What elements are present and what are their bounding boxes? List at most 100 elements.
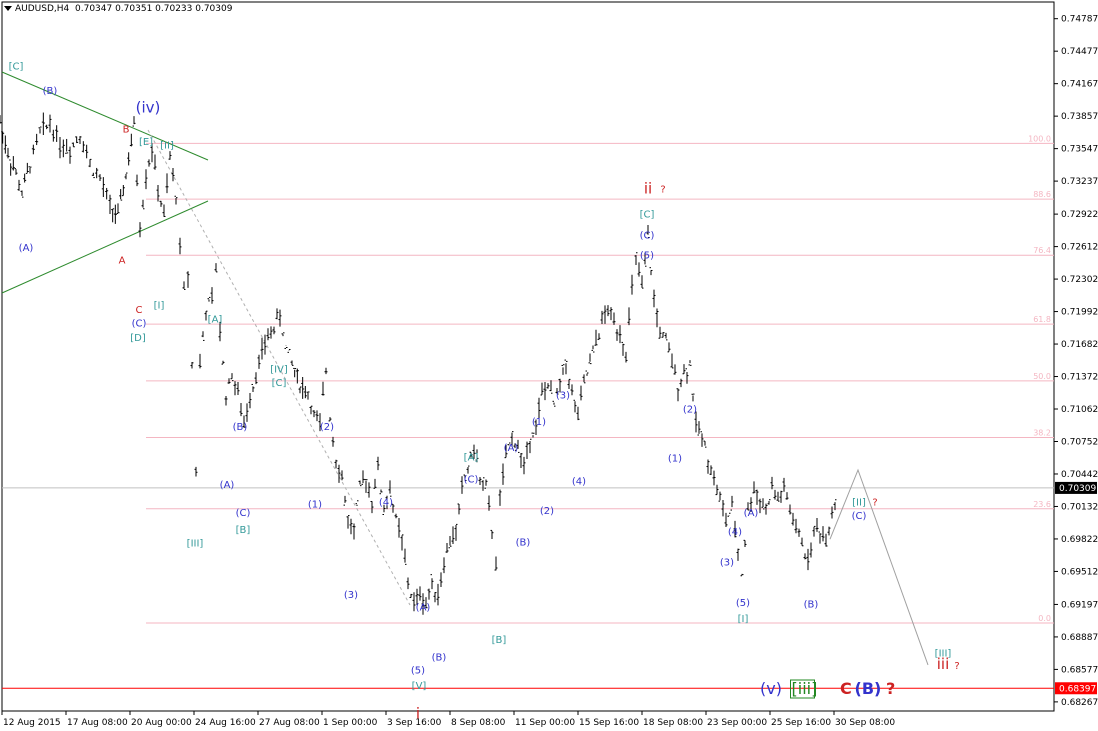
candle	[448, 536, 452, 549]
candle	[293, 367, 297, 378]
wave-label: [E]	[139, 137, 153, 148]
price-axis: 0.74787 0.74477 0.74167 0.73857 0.73547 0.732…	[1054, 15, 1098, 708]
fib-label: 38.2	[1033, 429, 1051, 438]
candle	[406, 577, 410, 590]
candle	[400, 534, 404, 551]
fib-label: 76.4	[1033, 246, 1051, 255]
legend-item: (B)	[855, 679, 882, 698]
y-tick-label: 0.68267	[1061, 698, 1098, 708]
candle	[522, 456, 526, 475]
candle	[785, 492, 789, 500]
candle	[230, 373, 234, 382]
x-tick-label: 1 Sep 00:00	[323, 718, 378, 728]
candle	[501, 463, 505, 485]
candle	[58, 137, 62, 159]
candle	[17, 179, 21, 191]
x-tick-label: 30 Sep 08:00	[835, 718, 895, 728]
candle	[358, 480, 362, 487]
y-tick-label: 0.69512	[1061, 567, 1098, 577]
candle	[221, 360, 225, 365]
x-tick-label: 18 Sep 08:00	[643, 718, 703, 728]
candle	[703, 440, 707, 448]
candle	[528, 438, 532, 454]
candle	[797, 528, 801, 537]
x-tick-label: 25 Sep 16:00	[771, 718, 831, 728]
candle	[355, 500, 359, 507]
wave-label: [II]	[852, 498, 866, 509]
candle	[818, 531, 822, 544]
candle	[537, 397, 541, 419]
candle	[284, 345, 288, 349]
wave-label: (3)	[344, 590, 358, 601]
candle	[101, 177, 105, 198]
candle	[248, 393, 252, 409]
candle	[168, 151, 172, 160]
candle	[105, 187, 109, 200]
candle	[758, 498, 762, 514]
candle	[159, 200, 163, 207]
wave-label: [C]	[272, 378, 287, 389]
candle	[418, 586, 422, 601]
candle	[773, 489, 777, 500]
candle	[570, 384, 574, 396]
candle	[594, 329, 598, 346]
wave-label: (A)	[19, 243, 34, 254]
candle	[201, 331, 205, 341]
candle	[782, 477, 786, 492]
wave-label: (5)	[736, 598, 750, 609]
candle	[138, 222, 142, 238]
candle	[755, 489, 759, 505]
wave-label: B	[123, 125, 130, 136]
y-tick-label: 0.73547	[1061, 145, 1098, 155]
candle	[767, 499, 771, 505]
candle	[324, 367, 328, 375]
candle	[257, 354, 261, 369]
candle	[162, 204, 166, 217]
x-tick-label: 8 Sep 08:00	[451, 718, 506, 728]
time-axis: 12 Aug 2015 17 Aug 08:00 20 Aug 00:00 24 Au…	[1, 711, 895, 728]
candle	[670, 353, 674, 369]
price-chart[interactable]: 100.0 88.6 76.4 61.8 50.0 38.2 23.6 0.0 [C] (B) (…	[0, 0, 1098, 731]
candle	[679, 378, 683, 388]
candle	[108, 194, 112, 215]
candle	[55, 125, 59, 142]
x-tick-label: 17 Aug 08:00	[67, 718, 128, 728]
candle	[827, 526, 831, 536]
candle	[119, 189, 123, 201]
candle	[0, 115, 2, 124]
wave-label: A	[119, 256, 126, 267]
wave-label: (C)	[132, 318, 147, 329]
y-tick-label: 0.70442	[1061, 470, 1098, 480]
candle	[591, 345, 595, 353]
candle	[41, 112, 45, 136]
y-tick-label: 0.74477	[1061, 47, 1098, 57]
candle	[706, 459, 710, 474]
candle	[673, 364, 677, 375]
candle	[803, 553, 807, 560]
candle	[761, 498, 765, 510]
candle	[721, 499, 725, 517]
candle	[697, 421, 701, 436]
candle	[61, 139, 65, 158]
candle	[11, 156, 15, 171]
wave-label: (B)	[233, 422, 248, 433]
candle	[525, 441, 529, 460]
wave-label: (1)	[668, 454, 682, 465]
candle	[618, 325, 622, 344]
candle	[445, 543, 449, 553]
candle	[178, 237, 182, 255]
candle	[652, 289, 656, 308]
wave-label: (1)	[532, 417, 546, 428]
candle	[640, 275, 644, 289]
projection-line[interactable]	[829, 468, 929, 666]
candle	[627, 307, 631, 326]
candle	[147, 159, 151, 167]
candle	[691, 393, 695, 402]
candle	[370, 500, 374, 514]
candle	[397, 518, 401, 538]
candle	[442, 557, 446, 574]
candle	[779, 490, 783, 503]
wave-label: iii	[937, 655, 950, 673]
candle	[727, 512, 731, 517]
candle	[352, 523, 356, 540]
